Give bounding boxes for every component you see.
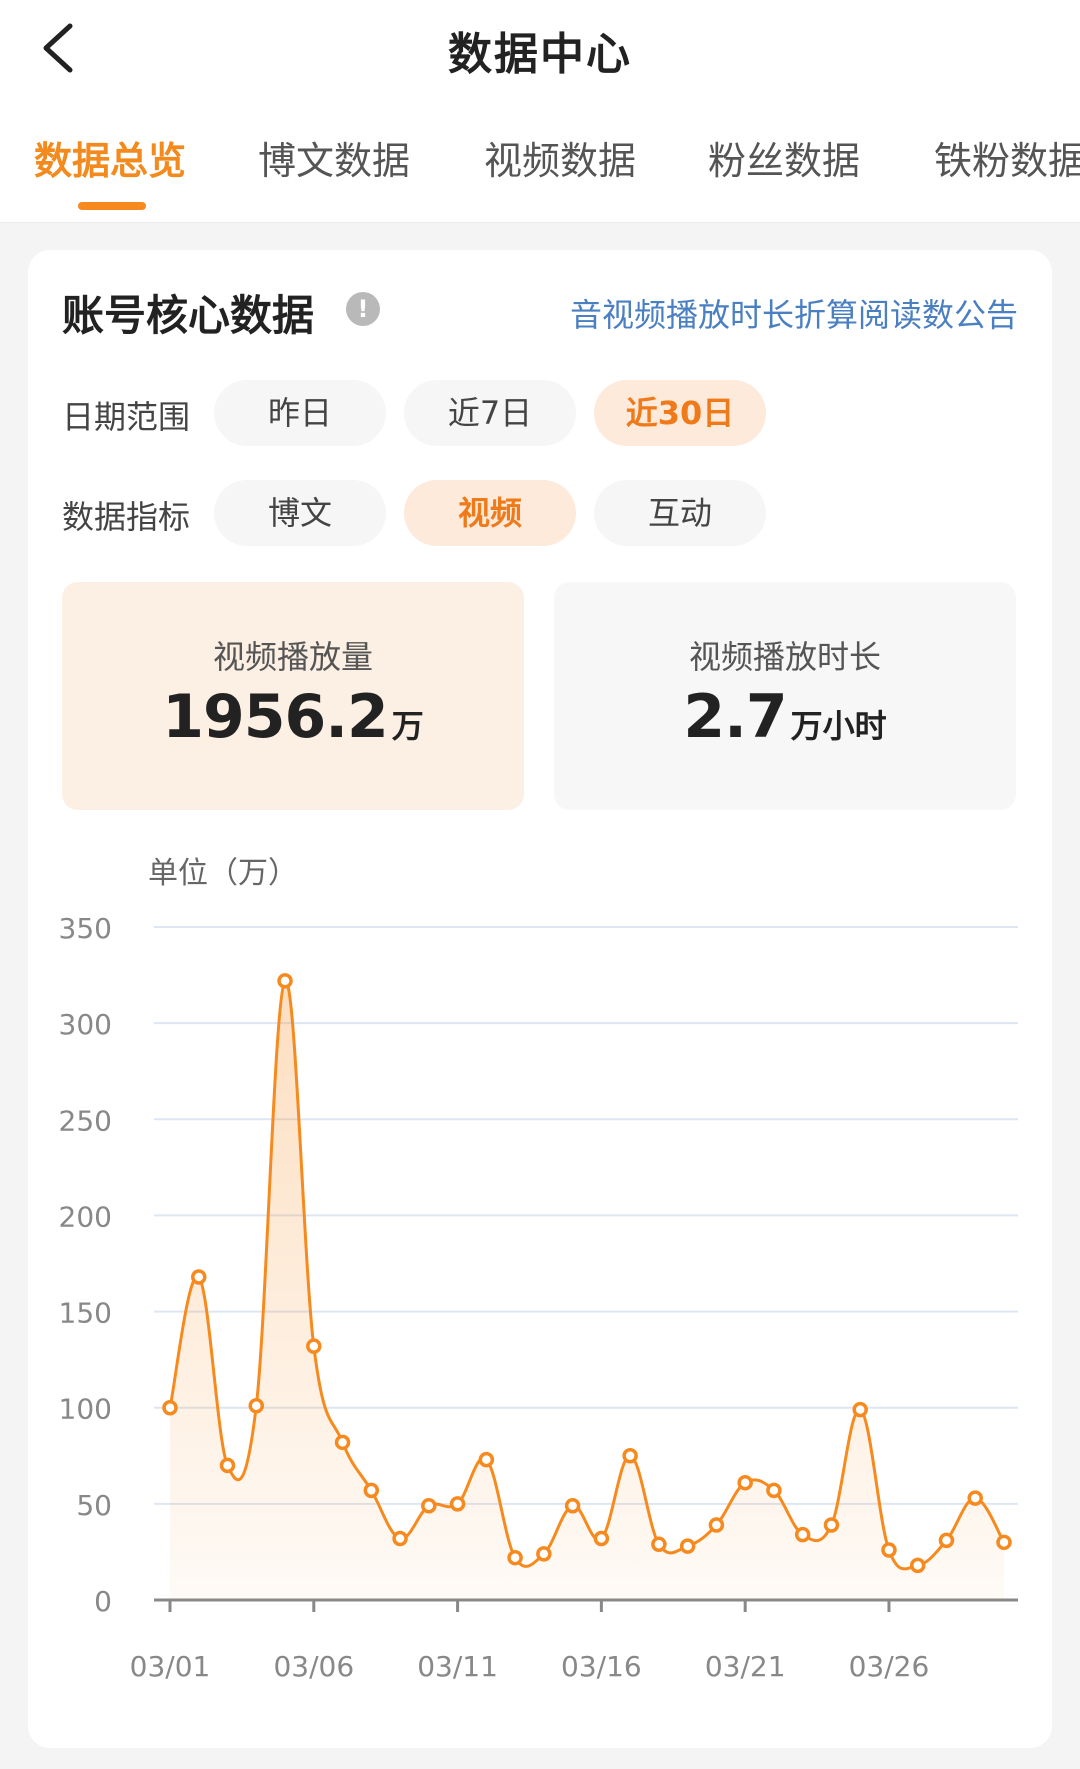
data-point <box>507 1549 523 1566</box>
y-tick-label: 50 <box>76 1489 112 1522</box>
data-point <box>277 973 293 989</box>
data-point <box>306 1338 322 1354</box>
core-data-card: 账号核心数据 ! 音视频播放时长折算阅读数公告 日期范围 昨日 近7日 近30日… <box>28 250 1052 1748</box>
x-tick-label: 03/06 <box>273 1650 354 1683</box>
y-tick-label: 300 <box>59 1008 112 1041</box>
data-point <box>191 1269 207 1285</box>
data-point <box>449 1496 466 1512</box>
video-plays-chart: 0 50 100 150 200 250 300 350 03/01 03/06 03/11 03/1… <box>59 912 1018 1683</box>
x-tick-label: 03/16 <box>561 1650 642 1683</box>
tab-iron-fans[interactable]: 铁粉数据 <box>934 130 1080 185</box>
data-point <box>421 1498 437 1514</box>
data-point <box>794 1526 811 1543</box>
data-point <box>651 1536 667 1552</box>
y-tick-label: 350 <box>59 912 112 945</box>
x-tick-label: 03/01 <box>130 1650 211 1683</box>
data-point <box>938 1532 955 1549</box>
x-tick-label: 03/21 <box>705 1650 786 1683</box>
tab-bar: 数据总览 博文数据 视频数据 粉丝数据 铁粉数据 <box>0 130 1080 210</box>
x-tick-label: 03/11 <box>417 1650 498 1683</box>
data-point <box>392 1530 408 1547</box>
tab-fans[interactable]: 粉丝数据 <box>708 130 860 185</box>
data-point <box>766 1482 782 1499</box>
data-point <box>852 1401 868 1418</box>
y-tick-label: 0 <box>94 1585 112 1618</box>
data-point <box>564 1498 581 1514</box>
data-point <box>823 1517 840 1533</box>
data-point <box>679 1538 696 1554</box>
page-title: 数据中心 <box>448 29 632 80</box>
tab-videos[interactable]: 视频数据 <box>484 130 636 185</box>
data-point <box>219 1457 236 1474</box>
data-point <box>881 1542 897 1558</box>
data-point <box>909 1557 926 1574</box>
x-tick-label: 03/26 <box>849 1650 930 1683</box>
data-point <box>967 1490 983 1506</box>
y-tick-label: 250 <box>59 1104 112 1137</box>
header: 数据中心 数据总览 博文数据 视频数据 粉丝数据 铁粉数据 <box>0 0 1080 223</box>
data-point <box>708 1517 725 1533</box>
data-point <box>622 1448 638 1464</box>
data-point <box>334 1434 351 1451</box>
y-tick-label: 200 <box>59 1200 112 1233</box>
y-tick-label: 150 <box>59 1297 112 1330</box>
y-tick-label: 100 <box>59 1393 112 1426</box>
data-point <box>478 1451 495 1468</box>
data-point <box>162 1399 178 1416</box>
data-point <box>248 1398 265 1414</box>
active-tab-indicator <box>78 202 146 210</box>
data-point <box>536 1546 552 1562</box>
data-point <box>593 1530 610 1547</box>
tab-overview[interactable]: 数据总览 <box>34 130 186 185</box>
data-point <box>737 1474 753 1491</box>
data-point <box>363 1482 380 1499</box>
tab-posts[interactable]: 博文数据 <box>258 130 410 185</box>
data-point <box>996 1534 1012 1551</box>
